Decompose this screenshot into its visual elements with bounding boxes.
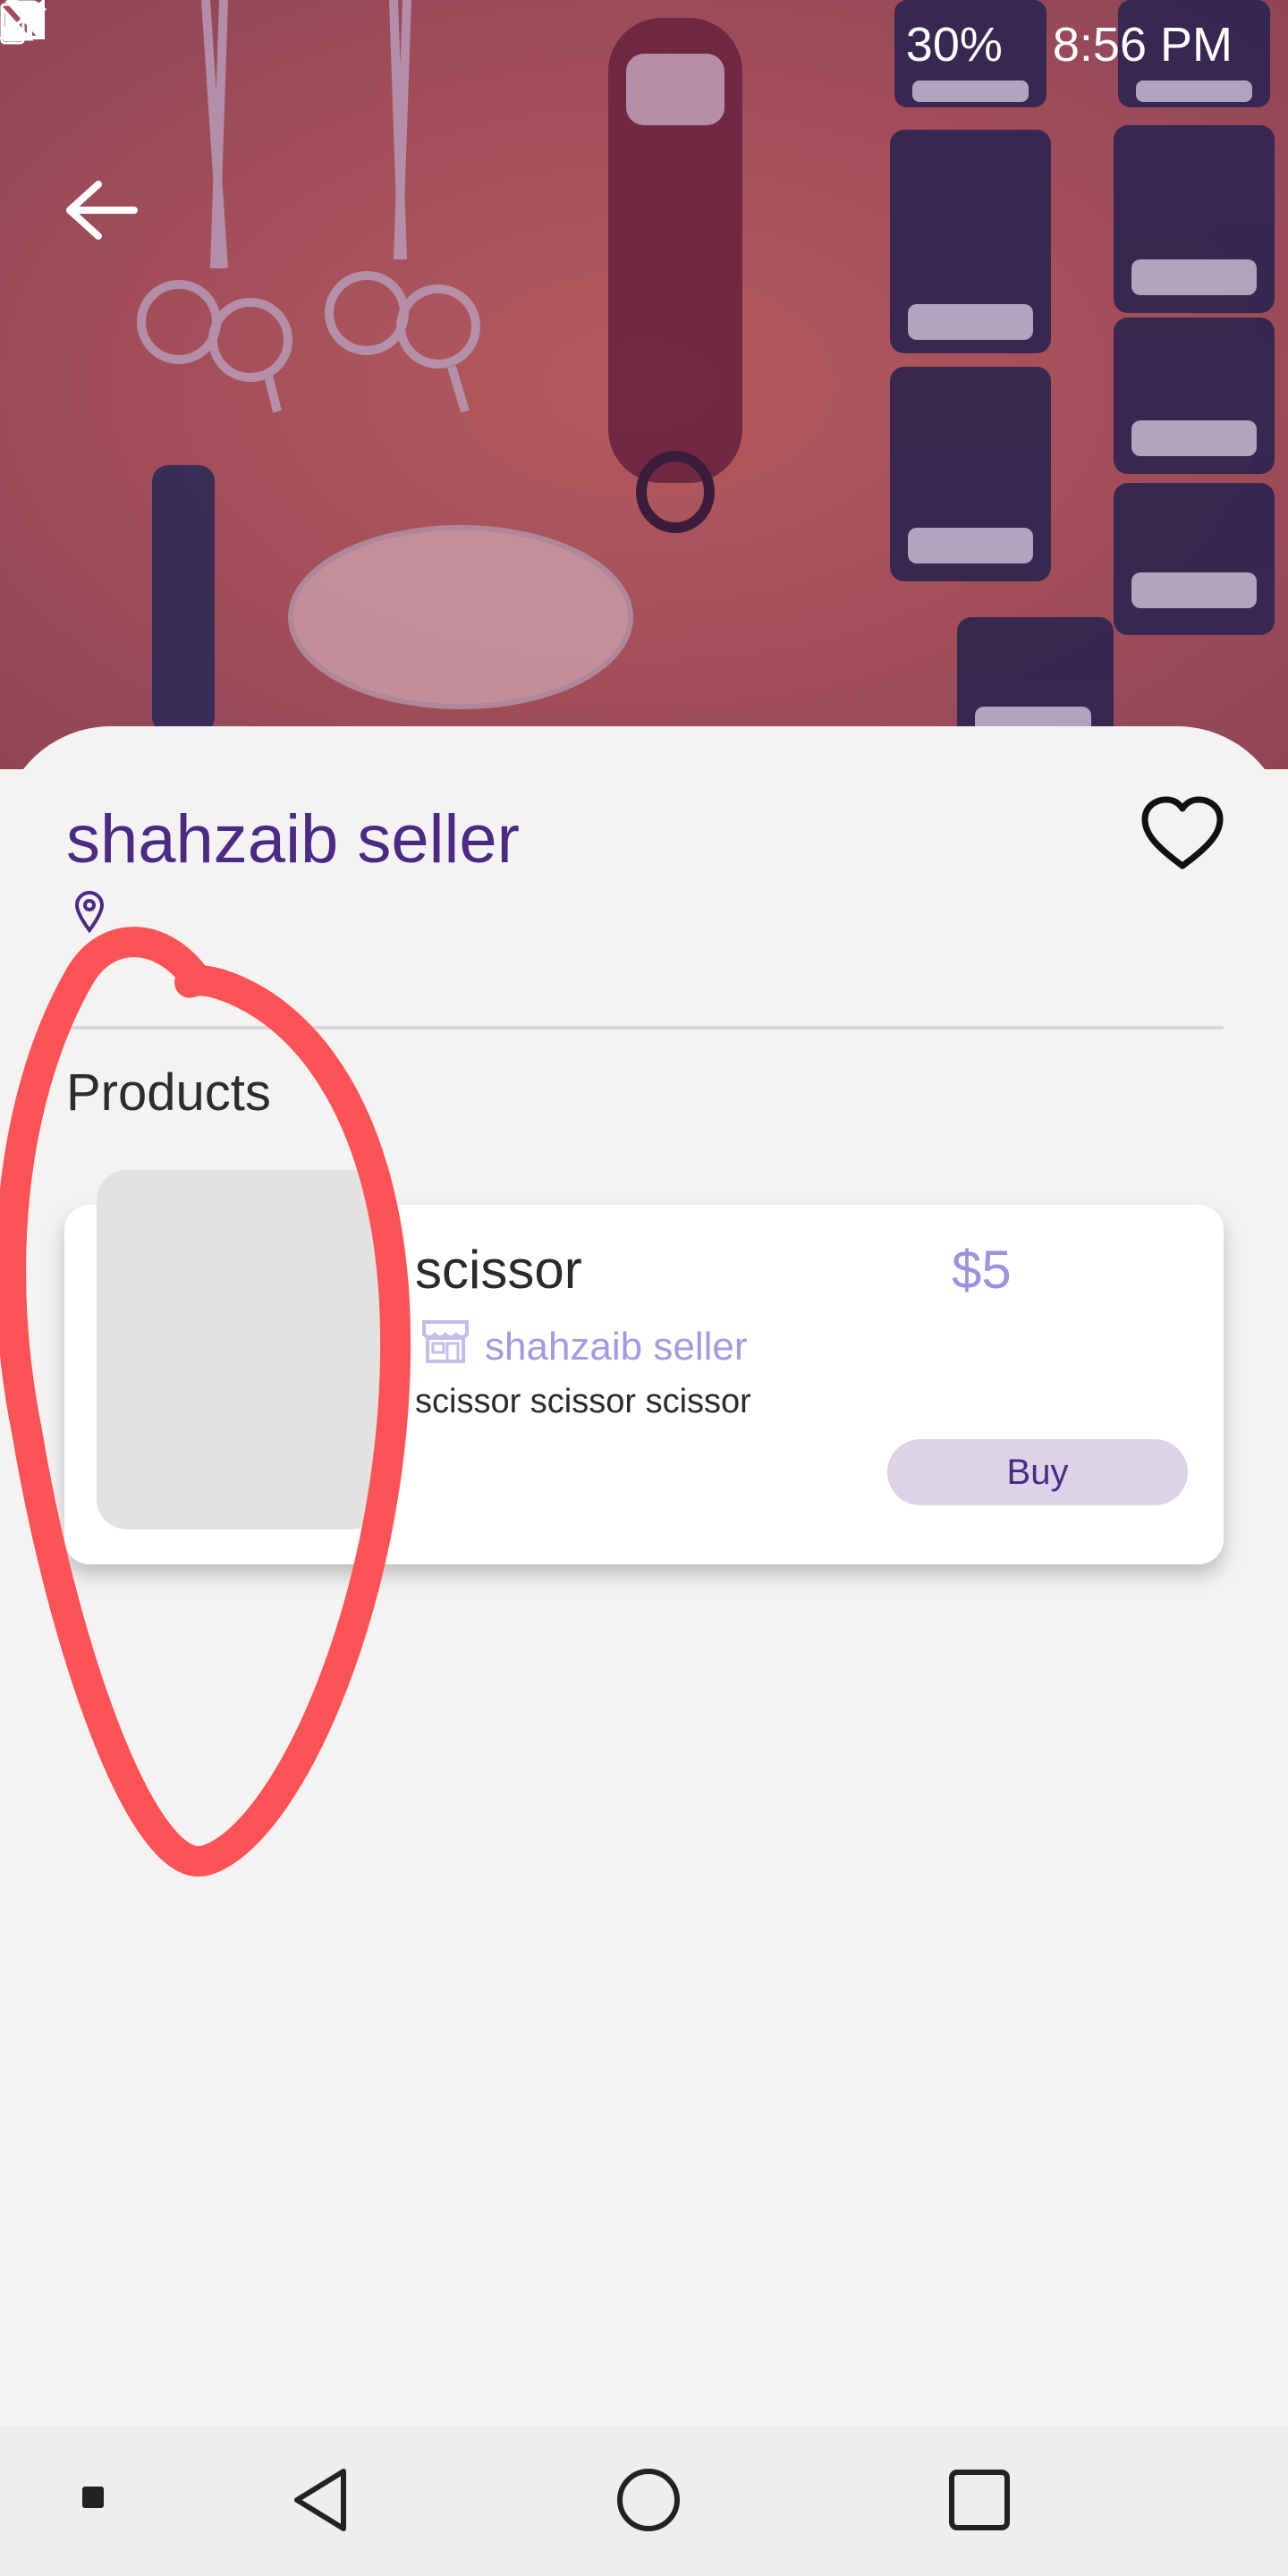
favorite-button[interactable] <box>1138 794 1227 875</box>
overview-square-icon[interactable] <box>939 2460 1020 2540</box>
system-navigation-bar <box>0 2426 1288 2576</box>
back-button[interactable] <box>63 179 152 268</box>
battery-percent: 30% <box>905 18 1003 72</box>
heart-outline-icon <box>1141 796 1224 869</box>
product-seller-name[interactable]: shahzaib seller <box>485 1325 748 1369</box>
product-description: scissor scissor scissor <box>415 1383 751 1420</box>
clock: 8:56 PM <box>1052 18 1233 72</box>
home-circle-icon[interactable] <box>608 2460 689 2540</box>
arrow-left-icon <box>66 181 138 240</box>
red-annotation-ellipse <box>0 927 411 1877</box>
header-banner-image: N 30% 8:56 PM <box>0 0 1288 769</box>
buy-button[interactable]: Buy <box>887 1439 1188 1505</box>
back-triangle-icon[interactable] <box>281 2460 361 2540</box>
status-bar: N 30% 8:56 PM <box>0 0 1288 89</box>
recent-dot-icon[interactable] <box>75 2479 111 2515</box>
barber-tools-illustration <box>137 0 1275 769</box>
seller-name: shahzaib seller <box>66 801 520 877</box>
product-price: $5 <box>952 1240 1012 1300</box>
